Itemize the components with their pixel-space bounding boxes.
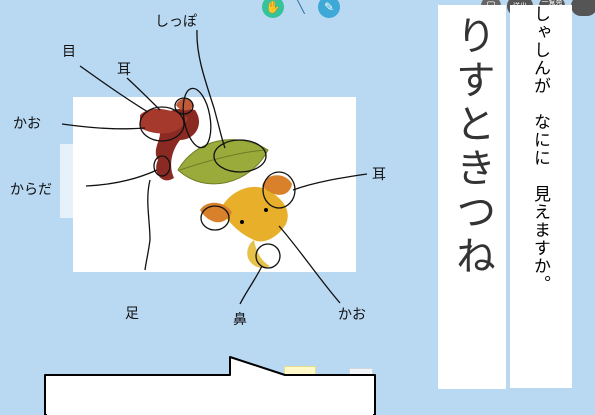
question-card[interactable]: しゃしんが なにに 見えますか。 (510, 5, 572, 388)
handwritten-answer: りすときつね (449, 15, 495, 279)
label-kao-right: かお (338, 307, 366, 323)
label-hana: 鼻 (233, 312, 247, 328)
label-karada: からだ (10, 182, 52, 198)
label-mimi-right: 耳 (372, 167, 386, 183)
pen-icon: ╲ (297, 0, 305, 14)
hand-icon: ✋ (265, 0, 281, 14)
pen-toolbar: ✋ ╲ ✎ (262, 0, 348, 18)
thumbnail-card-2[interactable] (349, 368, 373, 390)
label-mimi-left: 耳 (117, 62, 131, 78)
leaf-photo[interactable] (73, 97, 356, 272)
question-text: しゃしんが なにに 見えますか。 (530, 5, 550, 293)
thumbnail-card[interactable] (284, 366, 316, 390)
label-shippo: しっぽ (155, 14, 197, 30)
label-ashi: 足 (125, 306, 139, 322)
label-me: 目 (62, 44, 76, 60)
pencil-icon: ✎ (323, 0, 335, 14)
label-kao-left: かお (13, 116, 41, 132)
line-tool-button[interactable]: ╲ (290, 0, 312, 18)
handwriting-card[interactable]: りすときつね (438, 5, 506, 389)
more-button[interactable] (571, 0, 595, 16)
speech-bubble (44, 356, 376, 415)
pencil-tool-button[interactable]: ✎ (318, 0, 340, 18)
hand-tool-button[interactable]: ✋ (262, 0, 284, 18)
